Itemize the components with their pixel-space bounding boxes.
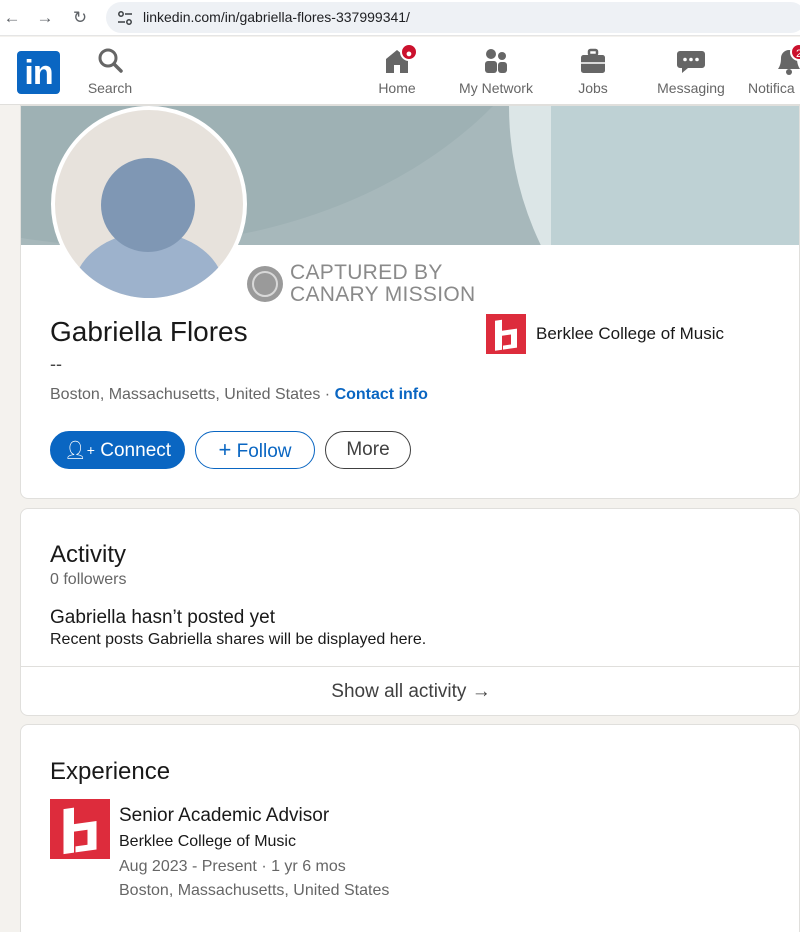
back-arrow-icon[interactable]: ← [0, 6, 24, 30]
nav-jobs[interactable]: Jobs [570, 45, 616, 101]
profile-headline: -- [50, 354, 62, 374]
experience-location: Boston, Massachusetts, United States [119, 882, 390, 899]
plus-icon: + [218, 437, 232, 462]
watermark-line-2: CANARY MISSION [290, 283, 476, 306]
activity-title: Activity [50, 541, 127, 568]
followers-count[interactable]: 0 followers [50, 571, 126, 589]
berklee-logo-icon [486, 314, 526, 354]
url-text: linkedin.com/in/gabriella-flores-3379993… [143, 9, 410, 25]
activity-card: Activity 0 followers Gabriella hasn’t po… [20, 508, 800, 716]
network-icon [485, 49, 507, 73]
nav-search[interactable]: Search [82, 45, 138, 101]
nav-home[interactable]: ● Home [372, 43, 422, 101]
home-notification-dot: ● [400, 43, 418, 61]
connect-label: Connect [100, 440, 172, 461]
nav-notifications[interactable]: 2 Notifica [746, 45, 800, 101]
location-separator: · [320, 386, 335, 403]
forward-arrow-icon[interactable]: → [33, 6, 57, 30]
top-nav: in Search ● Home My Network Jobs Messagi… [0, 37, 800, 105]
nav-my-network-label: My Network [459, 80, 533, 96]
contact-info-link[interactable]: Contact info [335, 386, 428, 403]
browser-toolbar: ← → ↻ linkedin.com/in/gabriella-flores-3… [0, 0, 800, 36]
linkedin-logo[interactable]: in [17, 51, 60, 94]
experience-dates: Aug 2023 - Present · 1 yr 6 mos [119, 858, 346, 875]
reload-icon[interactable]: ↻ [68, 6, 92, 30]
nav-search-label: Search [87, 80, 133, 96]
search-icon [98, 48, 123, 73]
briefcase-icon [581, 48, 605, 73]
experience-title: Experience [50, 758, 171, 785]
connect-button[interactable]: 👤︎+ Connect [50, 431, 185, 469]
site-settings-icon[interactable] [116, 9, 134, 27]
no-posts-subtitle: Recent posts Gabriella shares will be di… [50, 631, 427, 648]
canary-seal-icon [247, 266, 283, 302]
show-all-activity-button[interactable]: Show all activity → [21, 666, 799, 715]
berklee-logo-icon[interactable] [50, 799, 110, 859]
more-button[interactable]: More [325, 431, 411, 469]
nav-my-network[interactable]: My Network [452, 45, 540, 101]
messaging-icon [677, 51, 705, 73]
nav-messaging[interactable]: Messaging [652, 45, 730, 101]
add-person-icon: 👤︎ [63, 440, 87, 460]
no-posts-title: Gabriella hasn’t posted yet [50, 607, 275, 628]
experience-card: Experience Senior Academic Advisor Berkl… [20, 724, 800, 932]
experience-company: Berklee College of Music [119, 833, 296, 850]
more-label: More [346, 439, 390, 460]
follow-button[interactable]: + Follow [195, 431, 315, 469]
follow-label: Follow [236, 441, 292, 462]
profile-location: Boston, Massachusetts, United States [50, 386, 321, 403]
location-row: Boston, Massachusetts, United States · C… [50, 386, 428, 404]
profile-name: Gabriella Flores [50, 316, 248, 347]
address-bar[interactable]: linkedin.com/in/gabriella-flores-3379993… [106, 2, 800, 33]
nav-home-label: Home [378, 80, 416, 96]
education-name: Berklee College of Music [536, 324, 725, 343]
nav-notifications-label: Notifica [748, 80, 795, 96]
watermark-line-1: CAPTURED BY [290, 261, 443, 284]
nav-jobs-label: Jobs [578, 80, 608, 96]
profile-card: CAPTURED BY CANARY MISSION Gabriella Flo… [20, 105, 800, 499]
avatar[interactable] [51, 106, 247, 302]
experience-role: Senior Academic Advisor [119, 805, 330, 826]
nav-messaging-label: Messaging [657, 80, 725, 96]
